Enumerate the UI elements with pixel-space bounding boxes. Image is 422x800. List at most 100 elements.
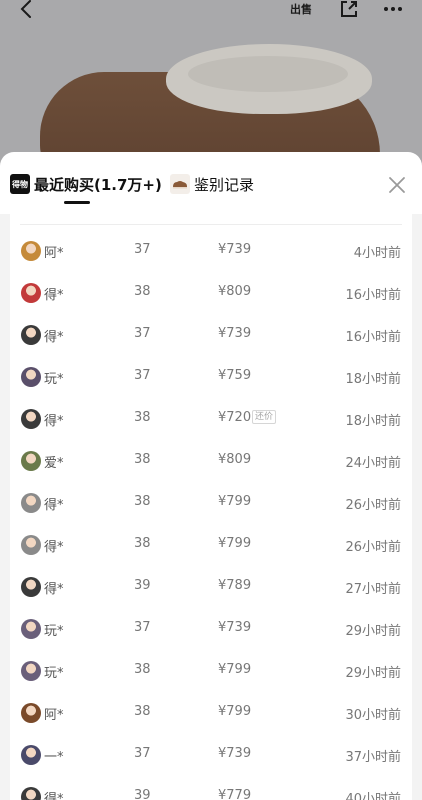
- price-tag-badge: 还价: [252, 410, 277, 424]
- purchase-time: 26小时前: [345, 540, 401, 555]
- sale-price: ¥799: [218, 536, 252, 551]
- buyer-avatar: [21, 745, 41, 765]
- back-button[interactable]: [12, 0, 42, 24]
- shoe-size: 37: [134, 620, 151, 635]
- buyer-avatar: [21, 367, 41, 387]
- shoe-size: 38: [134, 494, 151, 509]
- sheet-tabs: 得物 最近购买(1.7万+) 鉴别记录: [0, 152, 422, 212]
- purchase-row: 玩* 37 ¥739 29小时前: [10, 606, 412, 648]
- sale-price: ¥809: [218, 452, 252, 467]
- shoe-size: 38: [134, 452, 151, 467]
- buyer-name: 得*: [44, 288, 64, 303]
- product-detail-screen: 出售 得物 最近购买(1.7万+) 鉴别记录 阿* 37 ¥739 4小时前 得…: [0, 0, 422, 800]
- purchase-time: 18小时前: [345, 372, 401, 387]
- purchase-row: 得* 38 ¥809 16小时前: [10, 270, 412, 312]
- shoe-size: 37: [134, 368, 151, 383]
- recent-purchases-sheet: 得物 最近购买(1.7万+) 鉴别记录 阿* 37 ¥739 4小时前 得* 3…: [0, 152, 422, 800]
- shoe-size: 39: [134, 578, 151, 593]
- buyer-avatar: [21, 283, 41, 303]
- shoe-size: 38: [134, 410, 151, 425]
- buyer-name: 得*: [44, 540, 64, 555]
- shoe-size: 38: [134, 284, 151, 299]
- share-button[interactable]: [334, 0, 364, 24]
- purchase-row: 阿* 37 ¥739 4小时前: [10, 228, 412, 270]
- buyer-name: 得*: [44, 582, 64, 597]
- shoe-size: 37: [134, 326, 151, 341]
- purchase-row: 玩* 37 ¥759 18小时前: [10, 354, 412, 396]
- purchase-row: 得* 38 ¥799 26小时前: [10, 522, 412, 564]
- active-tab-indicator: [64, 201, 90, 204]
- buyer-name: 得*: [44, 498, 64, 513]
- buyer-avatar: [21, 703, 41, 723]
- buyer-avatar: [21, 661, 41, 681]
- close-icon: [389, 177, 405, 193]
- purchase-time: 40小时前: [345, 792, 401, 800]
- purchase-time: 29小时前: [345, 666, 401, 681]
- tab-authentication-records-label: 鉴别记录: [194, 175, 255, 194]
- buyer-name: 玩*: [44, 666, 64, 681]
- purchase-list-container: 阿* 37 ¥739 4小时前 得* 38 ¥809 16小时前 得* 37 ¥739 16小时前 玩*…: [0, 214, 422, 800]
- purchase-list[interactable]: 阿* 37 ¥739 4小时前 得* 38 ¥809 16小时前 得* 37 ¥739 16小时前 玩*…: [10, 214, 412, 800]
- shoe-size: 38: [134, 704, 151, 719]
- sale-price: ¥799: [218, 704, 252, 719]
- purchase-time: 26小时前: [345, 498, 401, 513]
- sale-price: ¥779: [218, 788, 252, 800]
- shoe-size: 37: [134, 746, 151, 761]
- buyer-name: 玩*: [44, 372, 64, 387]
- purchase-row: 一* 37 ¥739 37小时前: [10, 732, 412, 774]
- product-image-backdrop: 出售: [0, 0, 422, 182]
- sale-price: ¥789: [218, 578, 252, 593]
- share-icon: [341, 1, 357, 17]
- tab-recent-purchases-label: 最近购买(1.7万+): [34, 175, 162, 194]
- buyer-avatar: [21, 535, 41, 555]
- sale-price: ¥739: [218, 242, 252, 257]
- purchase-row: 玩* 38 ¥799 29小时前: [10, 648, 412, 690]
- buyer-name: 得*: [44, 414, 64, 429]
- buyer-name: 阿*: [44, 246, 64, 261]
- tab-authentication-records[interactable]: 鉴别记录: [170, 172, 254, 196]
- sale-price: ¥809: [218, 284, 252, 299]
- sale-price: ¥739: [218, 326, 252, 341]
- more-icon: [384, 7, 402, 11]
- close-sheet-button[interactable]: [386, 174, 408, 196]
- purchase-row: 爱* 38 ¥809 24小时前: [10, 438, 412, 480]
- buyer-avatar: [21, 493, 41, 513]
- more-button[interactable]: [378, 0, 408, 24]
- buyer-name: 一*: [44, 750, 64, 765]
- sell-label: 出售: [290, 2, 312, 16]
- buyer-avatar: [21, 787, 41, 800]
- buyer-name: 得*: [44, 792, 64, 800]
- sale-price: ¥799: [218, 494, 252, 509]
- sale-price: ¥720: [218, 410, 252, 425]
- purchase-row: 得* 39 ¥779 40小时前: [10, 774, 412, 800]
- sale-price: ¥739: [218, 620, 252, 635]
- shoe-size: 37: [134, 242, 151, 257]
- purchase-time: 29小时前: [345, 624, 401, 639]
- shoe-size: 39: [134, 788, 151, 800]
- purchase-time: 18小时前: [345, 414, 401, 429]
- buyer-avatar: [21, 325, 41, 345]
- dewu-logo-icon: 得物: [10, 174, 30, 194]
- sell-button[interactable]: 出售: [286, 0, 316, 24]
- buyer-avatar: [21, 577, 41, 597]
- purchase-time: 24小时前: [345, 456, 401, 471]
- sale-price: ¥739: [218, 746, 252, 761]
- shoe-thumbnail-icon: [170, 174, 190, 194]
- buyer-avatar: [21, 451, 41, 471]
- buyer-avatar: [21, 619, 41, 639]
- back-arrow-icon: [20, 0, 31, 18]
- purchase-time: 4小时前: [353, 246, 401, 261]
- tab-recent-purchases[interactable]: 得物 最近购买(1.7万+): [10, 172, 162, 196]
- purchase-row: 得* 38 ¥720 18小时前 还价: [10, 396, 412, 438]
- purchase-time: 27小时前: [345, 582, 401, 597]
- purchase-row: 得* 38 ¥799 26小时前: [10, 480, 412, 522]
- purchase-row: 得* 39 ¥789 27小时前: [10, 564, 412, 606]
- sale-price: ¥759: [218, 368, 252, 383]
- purchase-row: 得* 37 ¥739 16小时前: [10, 312, 412, 354]
- top-bar: 出售: [0, 0, 422, 26]
- purchase-time: 30小时前: [345, 708, 401, 723]
- purchase-time: 16小时前: [345, 288, 401, 303]
- product-boot-fur-inner: [188, 56, 348, 92]
- shoe-size: 38: [134, 662, 151, 677]
- buyer-name: 玩*: [44, 624, 64, 639]
